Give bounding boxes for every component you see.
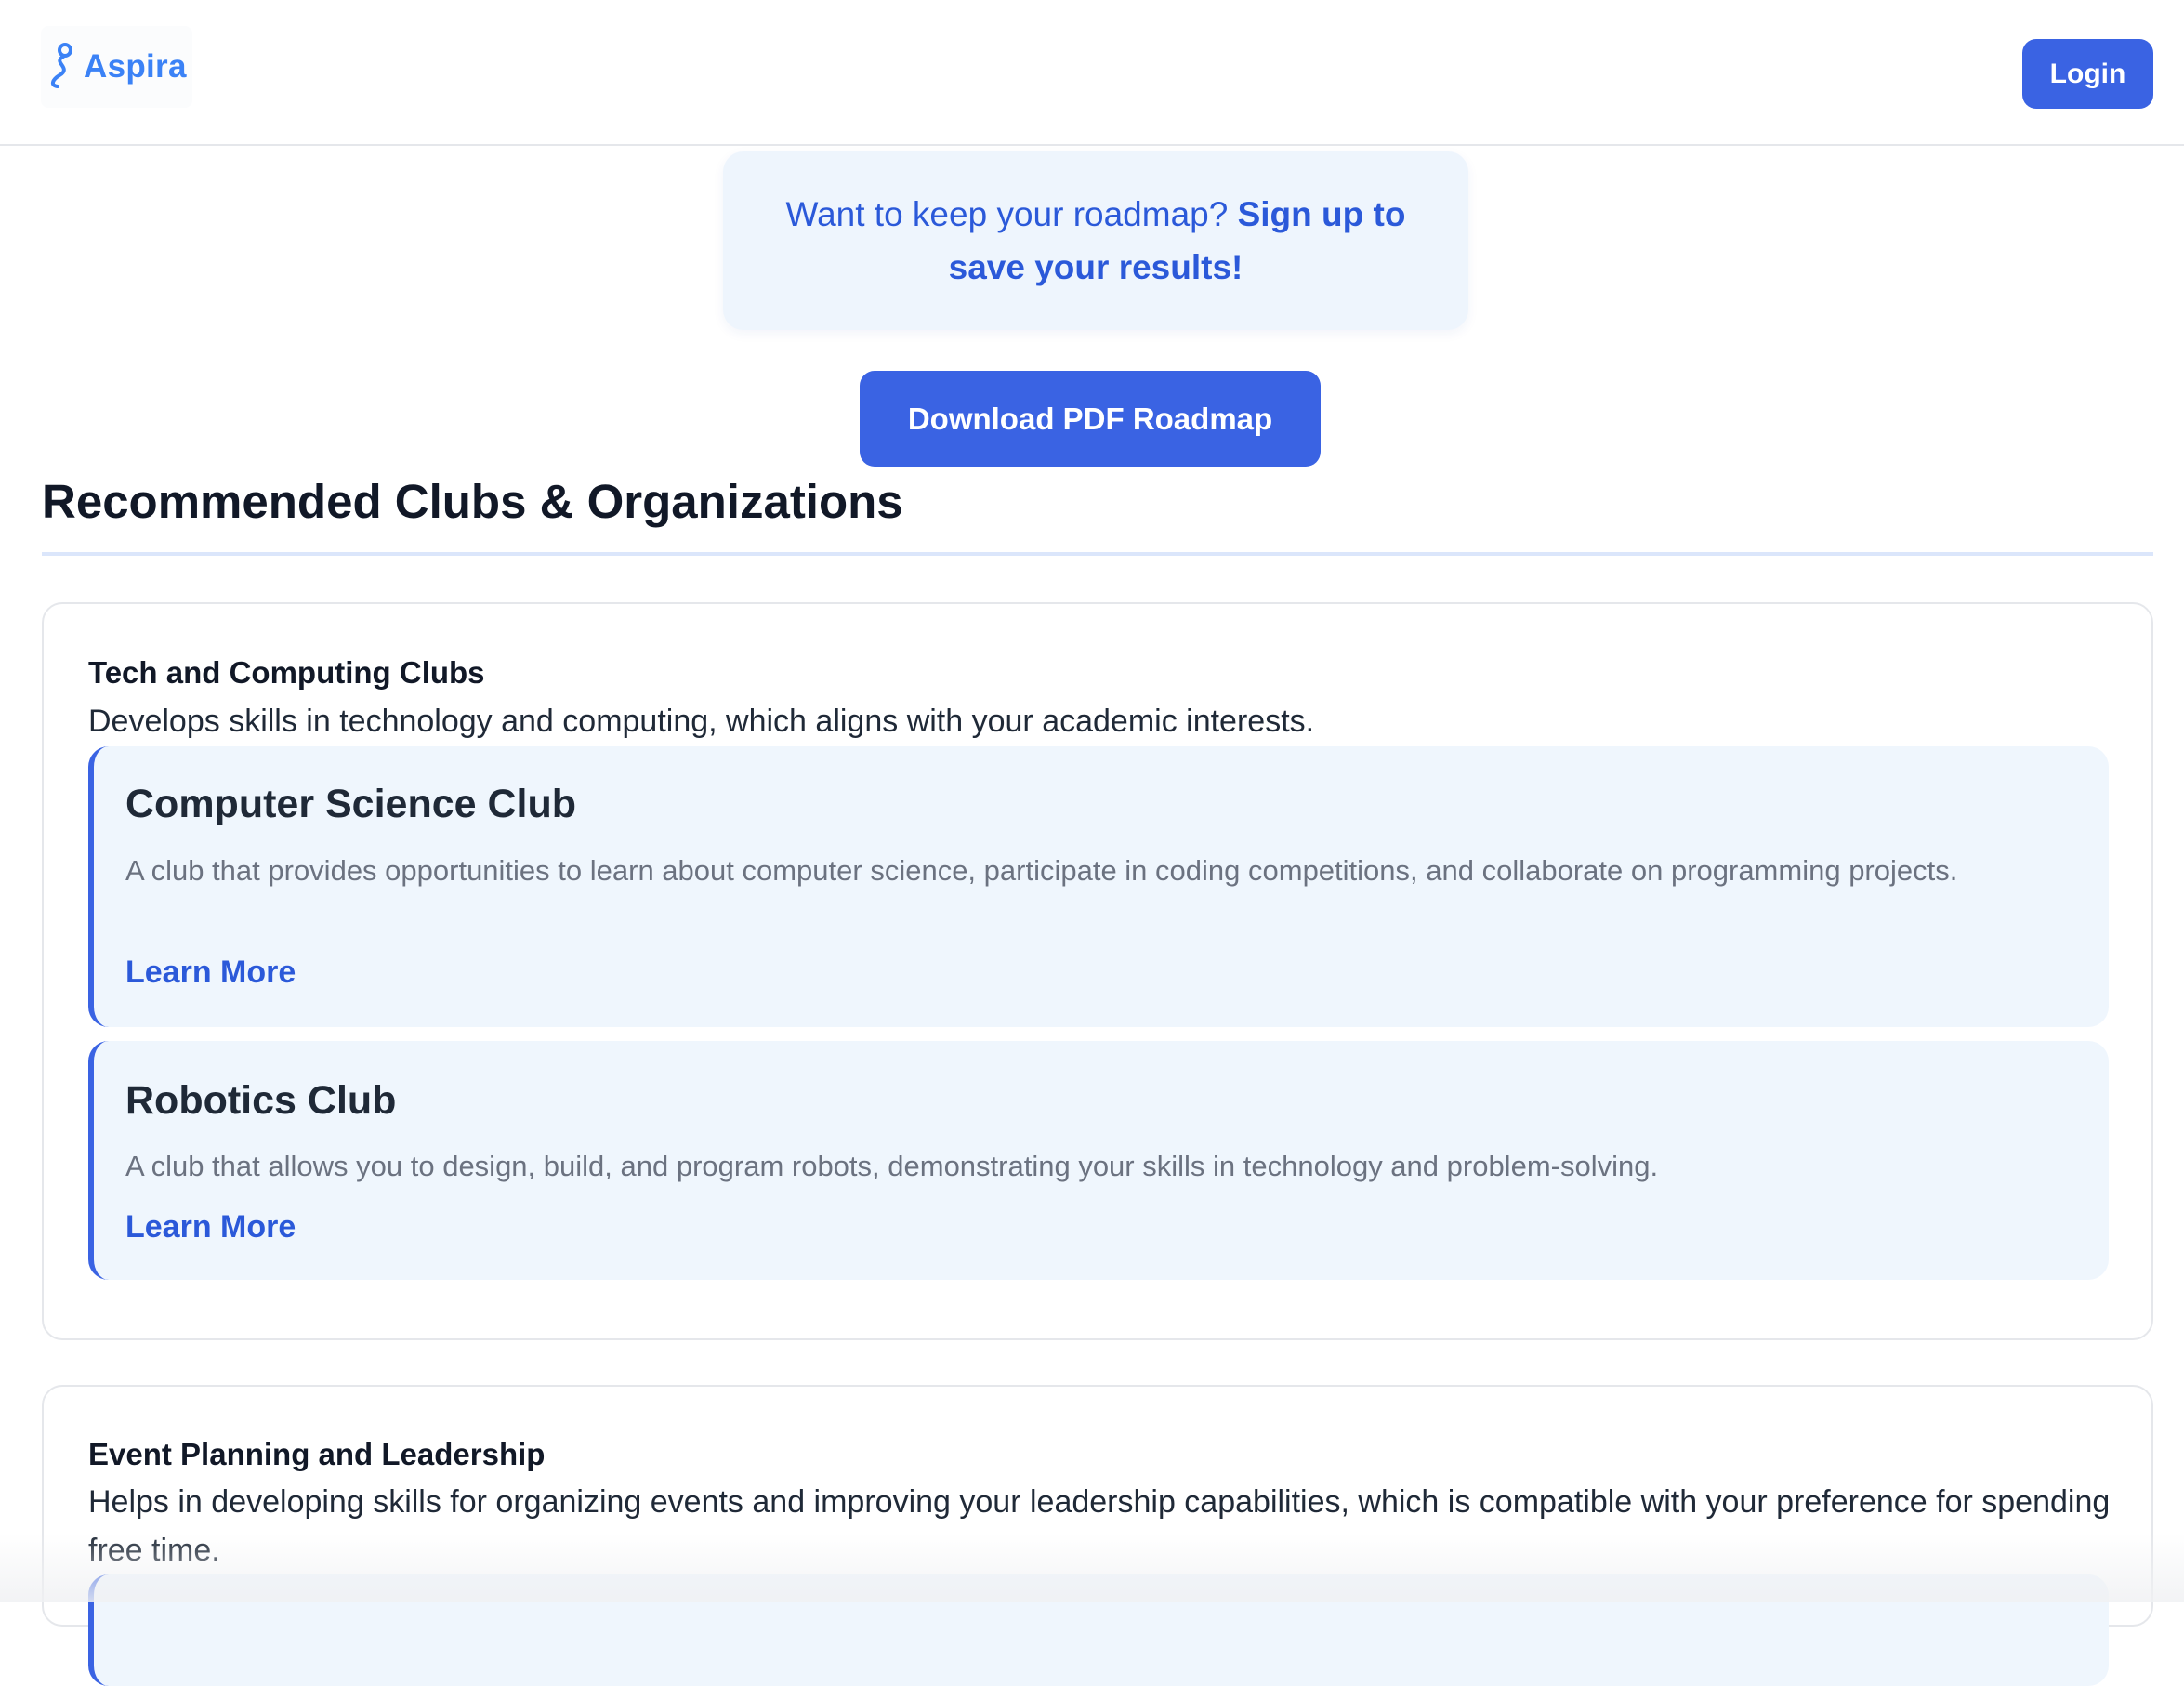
category-title: Event Planning and Leadership <box>88 1437 546 1471</box>
logo-text: Aspira <box>84 48 187 85</box>
signup-banner-prefix: Want to keep your roadmap? <box>785 195 1238 233</box>
club-card-robotics: Robotics Club A club that allows you to … <box>88 1041 2109 1280</box>
section-title: Recommended Clubs & Organizations <box>42 475 903 528</box>
club-name: Robotics Club <box>125 1078 397 1123</box>
club-card-partial <box>88 1574 2109 1686</box>
club-card-computer-science: Computer Science Club A club that provid… <box>88 746 2109 1027</box>
logo-mark-icon <box>51 43 72 88</box>
club-description: A club that provides opportunities to le… <box>125 854 1958 887</box>
club-description: A club that allows you to design, build,… <box>125 1150 1659 1182</box>
category-description: Develops skills in technology and comput… <box>88 704 1315 739</box>
category-title: Tech and Computing Clubs <box>88 655 485 690</box>
category-card-event-planning: Event Planning and Leadership Helps in d… <box>42 1385 2153 1686</box>
login-button[interactable]: Login <box>2022 39 2153 109</box>
section-divider <box>42 552 2153 556</box>
category-card-tech: Tech and Computing Clubs Develops skills… <box>42 602 2153 1340</box>
learn-more-link[interactable]: Learn More <box>125 952 296 993</box>
club-name: Computer Science Club <box>125 782 577 826</box>
signup-banner-text: Want to keep your roadmap? Sign up to sa… <box>760 188 1431 294</box>
top-header: Aspira Login <box>0 0 2184 146</box>
aspira-logo[interactable]: Aspira <box>41 26 192 108</box>
learn-more-link[interactable]: Learn More <box>125 1206 296 1247</box>
category-description: Helps in developing skills for organizin… <box>88 1484 2111 1568</box>
signup-banner: Want to keep your roadmap? Sign up to sa… <box>723 151 1468 330</box>
download-pdf-button[interactable]: Download PDF Roadmap <box>860 371 1321 467</box>
